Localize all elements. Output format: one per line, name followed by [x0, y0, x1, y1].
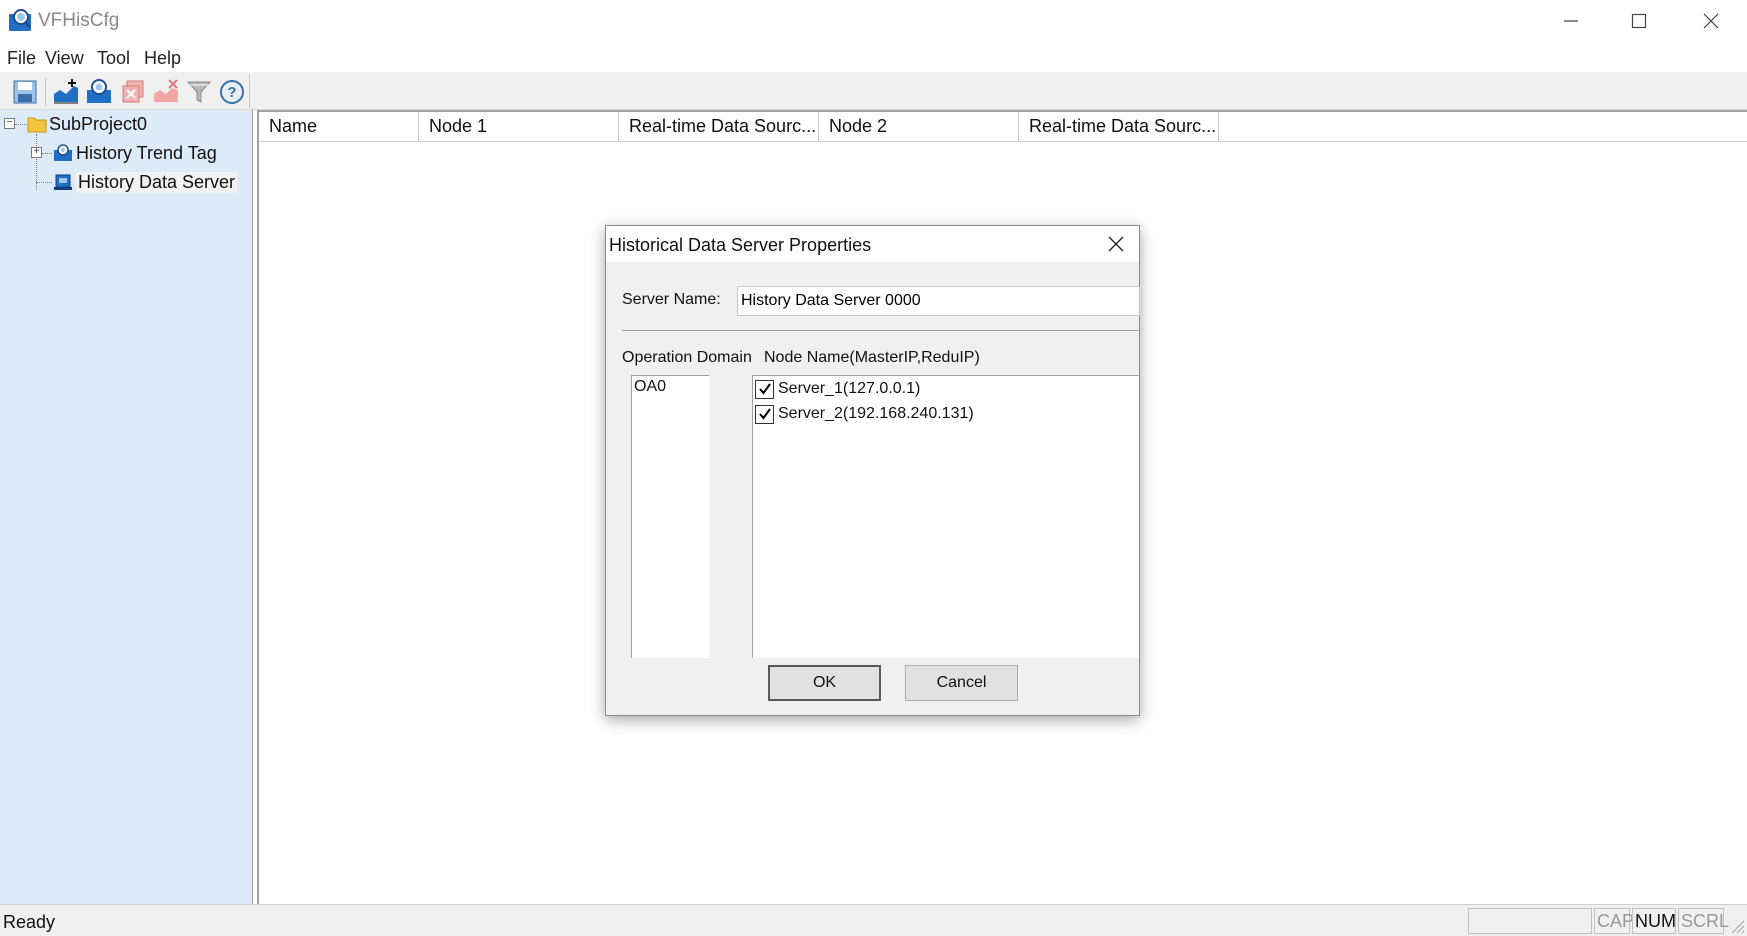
- delete-button[interactable]: [118, 77, 148, 107]
- column-node-1[interactable]: Node 1: [419, 112, 619, 142]
- column-node-2[interactable]: Node 2: [819, 112, 1019, 142]
- window-title: VFHisCfg: [38, 10, 120, 31]
- maximize-button[interactable]: [1605, 0, 1673, 42]
- tree-root-expander[interactable]: −: [4, 118, 15, 129]
- app-icon: [8, 8, 36, 34]
- project-tree: − SubProject0 + History Trend Tag Histor…: [0, 110, 253, 904]
- minimize-button[interactable]: [1537, 0, 1605, 42]
- server-name-label: Server Name:: [622, 291, 721, 308]
- column-realtime-source-1[interactable]: Real-time Data Sourc...: [619, 112, 819, 142]
- column-name[interactable]: Name: [259, 112, 419, 142]
- ok-button[interactable]: OK: [768, 665, 881, 701]
- dialog-close-button[interactable]: [1093, 226, 1139, 262]
- menu-file[interactable]: File: [7, 48, 36, 69]
- delete-all-button[interactable]: [151, 77, 181, 107]
- data-server-icon: [54, 174, 72, 190]
- menu-tool[interactable]: Tool: [97, 48, 130, 69]
- trend-tag-icon: [54, 144, 72, 161]
- status-num: NUM: [1632, 908, 1676, 934]
- server-name-input[interactable]: [737, 286, 1140, 316]
- toolbar-separator: [45, 78, 46, 106]
- server-properties-dialog: Historical Data Server Properties Server…: [605, 225, 1140, 716]
- node-name-label: Node Name(MasterIP,ReduIP): [764, 349, 980, 366]
- delete-all-icon: [154, 79, 178, 102]
- node-checkbox[interactable]: [755, 404, 774, 424]
- save-icon: [13, 80, 37, 104]
- status-bar: Ready CAP NUM SCRL: [0, 904, 1747, 936]
- node-item-server-2[interactable]: Server_2(192.168.240.131): [755, 403, 974, 425]
- filter-icon: [186, 81, 212, 103]
- help-button[interactable]: ?: [217, 77, 247, 107]
- title-bar: VFHisCfg: [0, 0, 1747, 42]
- folder-icon: [27, 117, 47, 133]
- tree-line: [42, 153, 52, 154]
- dialog-divider: [622, 330, 1139, 332]
- node-item-server-1[interactable]: Server_1(127.0.0.1): [755, 378, 920, 400]
- add-server-icon: [87, 79, 111, 103]
- tree-item-subproject[interactable]: SubProject0: [27, 112, 147, 136]
- operation-domain-label: Operation Domain: [622, 349, 752, 366]
- dialog-title: Historical Data Server Properties: [609, 235, 872, 255]
- toolbar-group: ?: [2, 74, 250, 108]
- tree-line: [15, 124, 27, 125]
- menu-help[interactable]: Help: [144, 48, 181, 69]
- status-scrl: SCRL: [1678, 908, 1729, 934]
- list-header: Name Node 1 Real-time Data Sourc... Node…: [259, 112, 1747, 142]
- operation-domain-list[interactable]: OA0: [631, 375, 709, 658]
- close-button[interactable]: [1677, 0, 1745, 42]
- delete-icon: [122, 80, 144, 103]
- toolbar: ?: [0, 72, 1747, 110]
- menu-view[interactable]: View: [45, 48, 84, 69]
- domain-item[interactable]: OA0: [634, 378, 666, 396]
- dialog-title-bar: Historical Data Server Properties: [606, 226, 1139, 262]
- maximize-icon: [1631, 13, 1647, 29]
- resize-grip-icon[interactable]: [1727, 916, 1745, 934]
- column-realtime-source-2[interactable]: Real-time Data Sourc...: [1019, 112, 1219, 142]
- node-checkbox[interactable]: [755, 379, 774, 399]
- minimize-icon: [1564, 20, 1578, 22]
- status-text: Ready: [3, 912, 56, 932]
- tree-item-label: SubProject0: [49, 113, 148, 134]
- cancel-button[interactable]: Cancel: [905, 665, 1018, 701]
- tree-trend-expander[interactable]: +: [31, 147, 42, 158]
- filter-button[interactable]: [184, 77, 214, 107]
- checkmark-icon: [758, 408, 771, 420]
- close-icon: [1703, 13, 1719, 29]
- menu-bar: File View Tool Help: [0, 42, 1747, 72]
- tree-line: [36, 182, 52, 183]
- node-list[interactable]: Server_1(127.0.0.1) Server_2(192.168.240…: [752, 375, 1139, 658]
- svg-text:?: ?: [227, 84, 236, 101]
- status-cap: CAP: [1594, 908, 1634, 934]
- save-button[interactable]: [10, 77, 40, 107]
- checkmark-icon: [758, 383, 771, 395]
- add-tag-icon: [54, 79, 78, 104]
- tree-item-label: History Data Server: [76, 171, 238, 193]
- tree-item-history-data-server[interactable]: History Data Server: [53, 170, 238, 194]
- help-icon: ?: [220, 80, 244, 104]
- node-label: Server_1(127.0.0.1): [778, 380, 921, 397]
- close-icon: [1108, 236, 1124, 252]
- tree-item-history-trend-tag[interactable]: History Trend Tag: [53, 141, 217, 165]
- add-server-button[interactable]: [84, 77, 114, 107]
- node-label: Server_2(192.168.240.131): [778, 405, 974, 422]
- add-tag-button[interactable]: [51, 77, 81, 107]
- tree-item-label: History Trend Tag: [76, 142, 217, 163]
- status-pane-empty: [1468, 908, 1592, 934]
